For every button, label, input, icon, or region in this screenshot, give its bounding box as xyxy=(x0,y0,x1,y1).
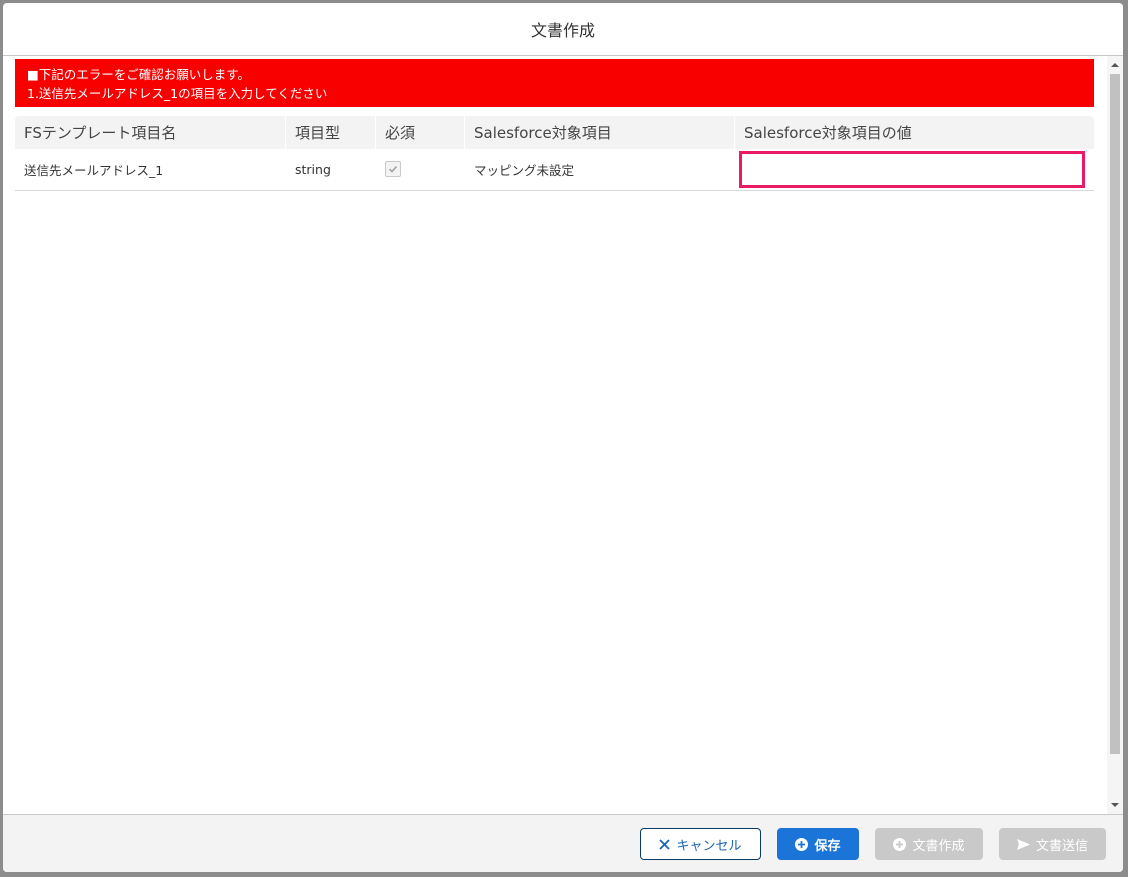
modal-footer: キャンセル 保存 文書作成 文書送信 xyxy=(3,814,1123,872)
send-document-button[interactable]: 文書送信 xyxy=(999,828,1106,860)
send-label: 文書送信 xyxy=(1035,837,1088,853)
add-circle-icon xyxy=(893,837,907,851)
mapping-table: FSテンプレート項目名 項目型 必須 Salesforce対象項目 Salesf… xyxy=(15,116,1094,191)
table-row: 送信先メールアドレス_1 string マッピング未設定 xyxy=(15,149,1094,191)
required-checkbox xyxy=(385,161,401,177)
create-document-button[interactable]: 文書作成 xyxy=(875,828,983,860)
save-label: 保存 xyxy=(814,837,841,853)
send-icon xyxy=(1016,838,1030,850)
close-icon xyxy=(659,838,671,850)
vertical-scrollbar[interactable] xyxy=(1107,56,1123,814)
cell-required xyxy=(376,149,465,189)
scroll-up-arrow-icon[interactable] xyxy=(1110,60,1120,70)
save-button[interactable]: 保存 xyxy=(777,828,859,860)
cell-fs-field-name: 送信先メールアドレス_1 xyxy=(24,162,164,178)
scroll-down-arrow-icon[interactable] xyxy=(1110,800,1120,810)
header-sf-value: Salesforce対象項目の値 xyxy=(744,124,912,142)
sf-value-input[interactable] xyxy=(739,150,1085,188)
cell-sf-field: マッピング未設定 xyxy=(474,162,575,178)
modal-body: ■下記のエラーをご確認お願いします。 1.送信先メールアドレス_1の項目を入力し… xyxy=(3,56,1123,814)
error-line-1: ■下記のエラーをご確認お願いします。 xyxy=(27,67,251,82)
cell-sf-value xyxy=(735,149,1094,189)
document-create-modal: 文書作成 ■下記のエラーをご確認お願いします。 1.送信先メールアドレス_1の項… xyxy=(3,3,1123,872)
check-icon xyxy=(388,165,398,173)
scroll-thumb[interactable] xyxy=(1110,74,1120,754)
error-line-2: 1.送信先メールアドレス_1の項目を入力してください xyxy=(27,86,328,101)
cancel-button[interactable]: キャンセル xyxy=(640,828,761,860)
table-header: FSテンプレート項目名 項目型 必須 Salesforce対象項目 Salesf… xyxy=(15,116,1094,149)
cancel-label: キャンセル xyxy=(676,837,742,853)
header-sf-field: Salesforce対象項目 xyxy=(465,116,735,149)
header-required: 必須 xyxy=(376,116,465,149)
header-field-type: 項目型 xyxy=(286,116,376,149)
cell-field-type: string xyxy=(295,161,331,177)
modal-header: 文書作成 xyxy=(3,3,1123,56)
add-circle-icon xyxy=(795,837,809,851)
error-message-box: ■下記のエラーをご確認お願いします。 1.送信先メールアドレス_1の項目を入力し… xyxy=(15,59,1094,107)
header-fs-field-name: FSテンプレート項目名 xyxy=(15,116,286,149)
modal-title: 文書作成 xyxy=(530,21,595,40)
create-label: 文書作成 xyxy=(912,837,965,853)
